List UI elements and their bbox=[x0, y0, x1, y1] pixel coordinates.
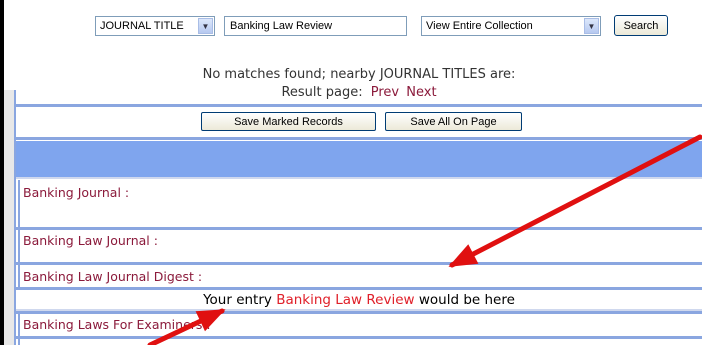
annotation-arrow bbox=[147, 308, 226, 345]
annotation-arrow bbox=[448, 134, 702, 268]
annotation-arrows bbox=[147, 134, 702, 345]
